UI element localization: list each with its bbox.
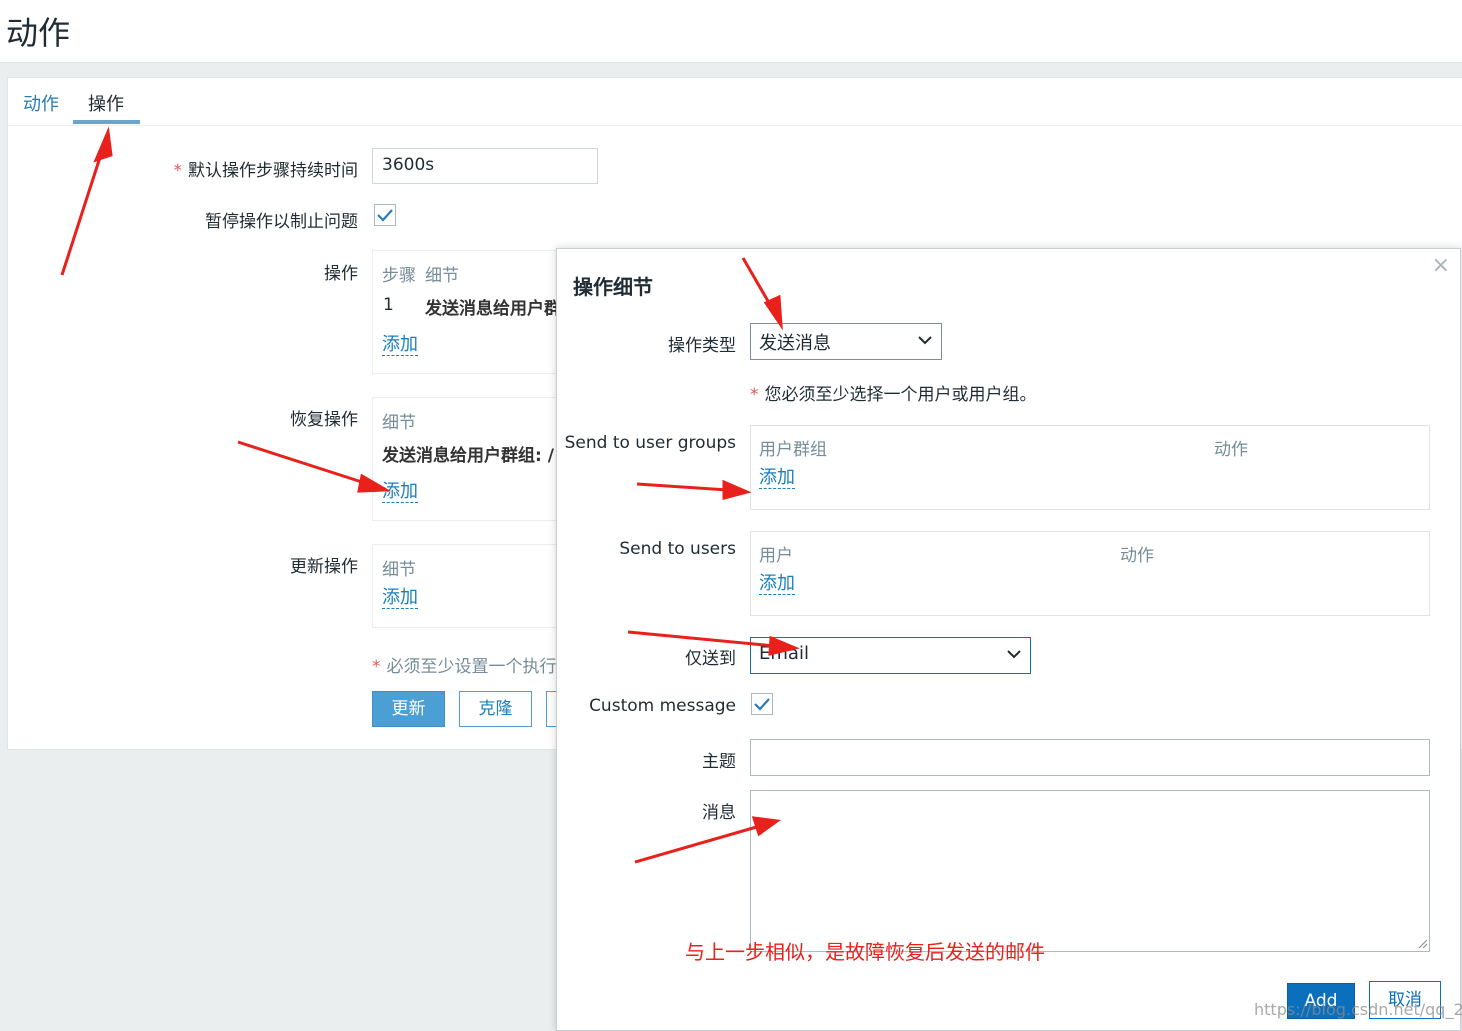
operation-type-value: 发送消息 [759,333,831,354]
recovery-table: 细节 发送消息给用户群组: / 添加 [372,397,572,521]
watermark: https://blog.csdn.net/qq_2... [1254,1000,1462,1019]
recipient-warning: * 您必须至少选择一个用户或用户组。 [750,385,1037,405]
update-label: 更新操作 [290,557,358,577]
send-only-to-label: 仅送到 [685,649,736,669]
user-groups-add-link[interactable]: 添加 [759,468,795,489]
user-groups-col-group: 用户群组 [759,440,827,460]
dialog-title: 操作细节 [573,275,653,299]
page-header: 动作 [0,0,1462,63]
users-col-user: 用户 [759,546,793,566]
operation-detail[interactable]: 发送消息给用户群 [425,294,561,319]
close-icon[interactable]: × [1432,253,1450,278]
user-groups-col-action: 动作 [1214,440,1248,460]
operations-table: 步骤 细节 1 发送消息给用户群 添加 [372,250,572,374]
chevron-down-icon [1007,650,1021,659]
tab-operations[interactable]: 操作 [88,90,124,116]
chevron-down-icon [918,336,932,345]
operation-details-dialog: 操作细节 × 操作类型 发送消息 * 您必须至少选择一个用户或用户组。 Send … [556,248,1461,1031]
custom-message-label: Custom message [589,696,736,716]
page-title: 动作 [6,14,71,52]
tab-bar: 动作 操作 [8,78,1462,126]
default-step-duration-input[interactable]: 3600s [372,148,598,184]
operation-type-select[interactable]: 发送消息 [750,323,942,360]
update-button[interactable]: 更新 [372,691,445,727]
subject-input[interactable] [750,739,1430,776]
message-textarea[interactable] [750,790,1430,952]
users-label: Send to users [619,539,736,559]
col-details: 细节 [425,266,459,286]
subject-label: 主题 [702,752,736,772]
clone-button[interactable]: 克隆 [459,691,532,727]
recovery-label: 恢复操作 [290,410,358,430]
recovery-col-details: 细节 [382,413,416,433]
operations-add-link[interactable]: 添加 [382,335,418,356]
recovery-detail[interactable]: 发送消息给用户群组: / [382,441,554,466]
required-note: * 必须至少设置一个执行 [372,657,557,677]
resize-handle-icon[interactable] [1418,939,1428,949]
update-col-details: 细节 [382,560,416,580]
users-add-link[interactable]: 添加 [759,574,795,595]
operation-type-label: 操作类型 [668,336,736,356]
send-only-to-select[interactable]: Email [750,637,1031,674]
default-step-duration-label: * 默认操作步骤持续时间 [173,161,359,181]
user-groups-table: 用户群组 动作 添加 [750,425,1430,510]
custom-message-checkbox[interactable] [751,693,773,715]
pause-checkbox[interactable] [374,204,396,226]
update-add-link[interactable]: 添加 [382,588,418,609]
operation-step: 1 [383,295,394,315]
operations-label: 操作 [324,264,358,284]
user-groups-label: Send to user groups [564,433,736,453]
users-col-action: 动作 [1120,546,1154,566]
message-label: 消息 [702,803,736,823]
active-tab-indicator [73,120,140,124]
send-only-to-value: Email [759,643,809,664]
update-table: 细节 添加 [372,544,572,628]
users-table: 用户 动作 添加 [750,531,1430,616]
pause-label: 暂停操作以制止问题 [205,212,358,232]
annotation-note: 与上一步相似，是故障恢复后发送的邮件 [685,940,1045,964]
recovery-add-link[interactable]: 添加 [382,482,418,503]
col-steps: 步骤 [382,266,416,286]
tab-action[interactable]: 动作 [23,90,59,116]
